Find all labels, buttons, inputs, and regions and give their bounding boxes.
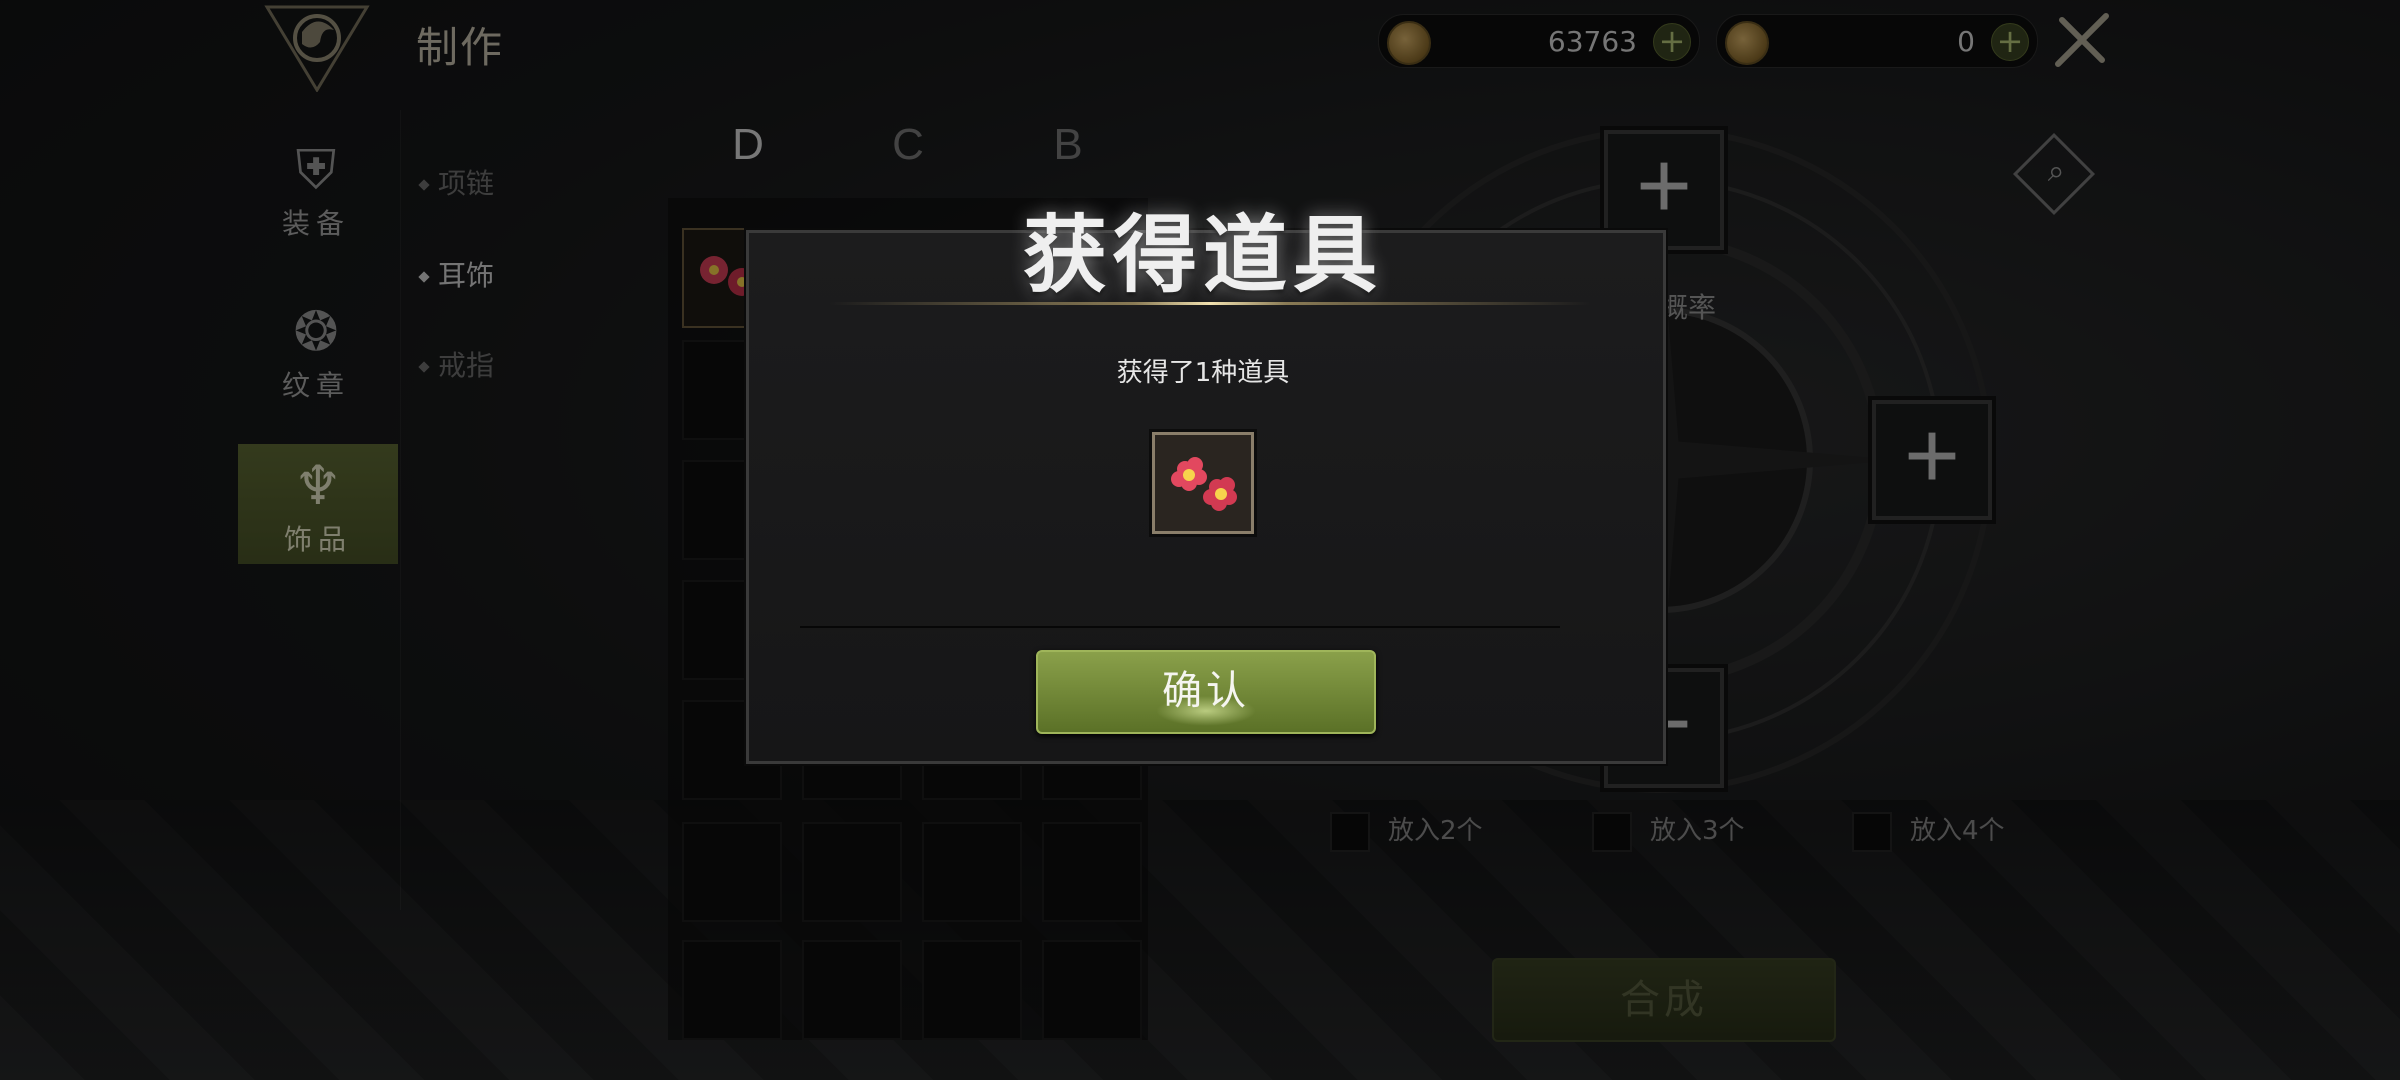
dialog-separator [800, 626, 1560, 628]
dialog-message: 获得了1种道具 [1116, 358, 1290, 388]
confirm-label: 确认 [1162, 668, 1250, 714]
reward-item-slot[interactable] [1152, 432, 1254, 534]
flower-earring-icon [1171, 457, 1237, 511]
confirm-button[interactable]: 确认 [1036, 650, 1376, 734]
title-divider [830, 302, 1590, 305]
dialog-title: 获得道具 [1022, 206, 1383, 304]
